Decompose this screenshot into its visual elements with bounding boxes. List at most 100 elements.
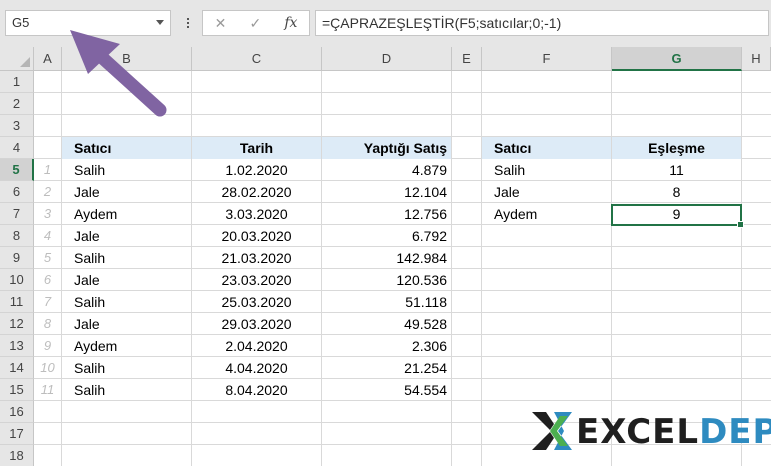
sales-date-cell[interactable]: 21.03.2020 <box>192 247 321 269</box>
name-box[interactable]: G5 <box>5 10 171 36</box>
row-header-7[interactable]: 7 <box>0 203 34 225</box>
match-result-cell[interactable]: 11 <box>612 159 741 181</box>
sales-amount-cell[interactable]: 2.306 <box>322 335 451 357</box>
row-index-label[interactable]: 1 <box>34 159 61 181</box>
insert-function-icon[interactable]: fx <box>284 15 297 31</box>
gridline-horizontal <box>34 92 771 93</box>
column-header-e[interactable]: E <box>452 47 482 71</box>
sales-table-header-2[interactable]: Yaptığı Satış <box>322 137 451 159</box>
match-seller-cell[interactable]: Salih <box>482 159 611 181</box>
sales-date-cell[interactable]: 2.04.2020 <box>192 335 321 357</box>
sales-date-cell[interactable]: 29.03.2020 <box>192 313 321 335</box>
row-header-8[interactable]: 8 <box>0 225 34 247</box>
row-index-label[interactable]: 8 <box>34 313 61 335</box>
excel-depo-logo: EXCELDEPO <box>528 408 771 456</box>
sales-amount-cell[interactable]: 12.104 <box>322 181 451 203</box>
fill-handle[interactable] <box>737 221 744 228</box>
match-table-header-0[interactable]: Satıcı <box>482 137 611 159</box>
enter-icon[interactable]: ✓ <box>249 15 261 32</box>
gridline-horizontal <box>34 114 771 115</box>
sales-date-cell[interactable]: 25.03.2020 <box>192 291 321 313</box>
column-header-f[interactable]: F <box>482 47 612 71</box>
sales-seller-cell[interactable]: Salih <box>62 291 191 313</box>
sales-seller-cell[interactable]: Jale <box>62 181 191 203</box>
sales-date-cell[interactable]: 3.03.2020 <box>192 203 321 225</box>
select-all-icon <box>20 57 30 67</box>
row-index-label[interactable]: 9 <box>34 335 61 357</box>
row-header-18[interactable]: 18 <box>0 445 34 466</box>
sales-amount-cell[interactable]: 120.536 <box>322 269 451 291</box>
sales-seller-cell[interactable]: Jale <box>62 269 191 291</box>
logo-x-icon <box>532 412 572 450</box>
column-header-d[interactable]: D <box>322 47 452 71</box>
sales-seller-cell[interactable]: Aydem <box>62 203 191 225</box>
sales-amount-cell[interactable]: 4.879 <box>322 159 451 181</box>
active-cell-border <box>611 204 744 228</box>
row-index-label[interactable]: 5 <box>34 247 61 269</box>
sales-seller-cell[interactable]: Salih <box>62 357 191 379</box>
row-index-label[interactable]: 3 <box>34 203 61 225</box>
row-index-label[interactable]: 11 <box>34 379 61 401</box>
more-options-icon[interactable] <box>180 10 196 36</box>
sales-date-cell[interactable]: 8.04.2020 <box>192 379 321 401</box>
sales-seller-cell[interactable]: Salih <box>62 379 191 401</box>
row-header-2[interactable]: 2 <box>0 93 34 115</box>
row-header-3[interactable]: 3 <box>0 115 34 137</box>
sales-amount-cell[interactable]: 51.118 <box>322 291 451 313</box>
formula-bar: G5 ✕ ✓ fx =ÇAPRAZEŞLEŞTİR(F5;satıcılar;0… <box>0 0 771 47</box>
column-header-h[interactable]: H <box>742 47 771 71</box>
sales-amount-cell[interactable]: 6.792 <box>322 225 451 247</box>
sales-date-cell[interactable]: 20.03.2020 <box>192 225 321 247</box>
match-result-cell[interactable]: 8 <box>612 181 741 203</box>
row-header-16[interactable]: 16 <box>0 401 34 423</box>
sales-date-cell[interactable]: 1.02.2020 <box>192 159 321 181</box>
sales-seller-cell[interactable]: Jale <box>62 313 191 335</box>
row-header-13[interactable]: 13 <box>0 335 34 357</box>
row-header-15[interactable]: 15 <box>0 379 34 401</box>
sales-seller-cell[interactable]: Salih <box>62 247 191 269</box>
column-header-c[interactable]: C <box>192 47 322 71</box>
row-header-5[interactable]: 5 <box>0 159 34 181</box>
sales-amount-cell[interactable]: 54.554 <box>322 379 451 401</box>
row-header-4[interactable]: 4 <box>0 137 34 159</box>
row-index-label[interactable]: 10 <box>34 357 61 379</box>
match-seller-cell[interactable]: Jale <box>482 181 611 203</box>
row-header-1[interactable]: 1 <box>0 71 34 93</box>
row-index-label[interactable]: 6 <box>34 269 61 291</box>
row-index-label[interactable]: 4 <box>34 225 61 247</box>
sales-seller-cell[interactable]: Jale <box>62 225 191 247</box>
select-all-button[interactable] <box>0 47 34 71</box>
sales-date-cell[interactable]: 23.03.2020 <box>192 269 321 291</box>
sales-amount-cell[interactable]: 12.756 <box>322 203 451 225</box>
sales-amount-cell[interactable]: 49.528 <box>322 313 451 335</box>
spreadsheet-grid[interactable]: ABCDEFGH 1 2 3 4 5 6 7 8 9 10 11 12 13 14 15 16 17 18 Sat… <box>0 47 771 466</box>
logo-text: EXCELDEPO <box>576 412 771 452</box>
row-header-9[interactable]: 9 <box>0 247 34 269</box>
row-header-17[interactable]: 17 <box>0 423 34 445</box>
formula-input[interactable]: =ÇAPRAZEŞLEŞTİR(F5;satıcılar;0;-1) <box>315 10 769 36</box>
formula-buttons: ✕ ✓ fx <box>202 10 310 36</box>
sales-amount-cell[interactable]: 21.254 <box>322 357 451 379</box>
row-index-label[interactable]: 7 <box>34 291 61 313</box>
sales-table-header-1[interactable]: Tarih <box>192 137 321 159</box>
sales-amount-cell[interactable]: 142.984 <box>322 247 451 269</box>
row-header-14[interactable]: 14 <box>0 357 34 379</box>
sales-date-cell[interactable]: 28.02.2020 <box>192 181 321 203</box>
cancel-icon[interactable]: ✕ <box>215 15 227 32</box>
sales-table-header-0[interactable]: Satıcı <box>62 137 191 159</box>
logo-text-excel: EXCEL <box>576 412 700 452</box>
sales-seller-cell[interactable]: Aydem <box>62 335 191 357</box>
column-header-a[interactable]: A <box>34 47 62 71</box>
row-header-12[interactable]: 12 <box>0 313 34 335</box>
sales-seller-cell[interactable]: Salih <box>62 159 191 181</box>
row-header-10[interactable]: 10 <box>0 269 34 291</box>
row-header-11[interactable]: 11 <box>0 291 34 313</box>
column-header-g[interactable]: G <box>612 47 742 71</box>
match-table-header-1[interactable]: Eşleşme <box>612 137 741 159</box>
column-header-b[interactable]: B <box>62 47 192 71</box>
sales-date-cell[interactable]: 4.04.2020 <box>192 357 321 379</box>
row-header-6[interactable]: 6 <box>0 181 34 203</box>
match-seller-cell[interactable]: Aydem <box>482 203 611 225</box>
row-index-label[interactable]: 2 <box>34 181 61 203</box>
chevron-down-icon[interactable] <box>156 20 164 25</box>
